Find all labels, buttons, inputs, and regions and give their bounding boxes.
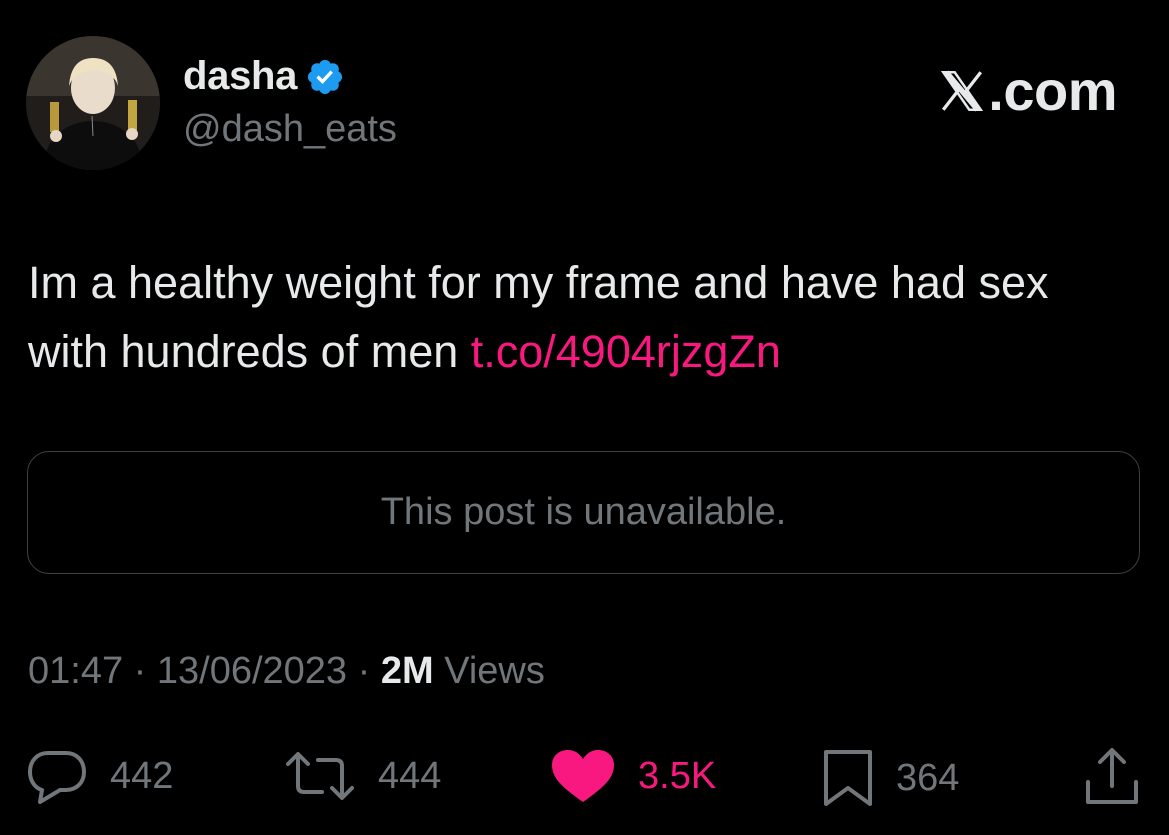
like-count: 3.5K: [638, 754, 717, 797]
tweet-time[interactable]: 01:47: [28, 650, 123, 692]
brand-domain: .com: [988, 59, 1117, 122]
unavailable-message: This post is unavailable.: [380, 491, 787, 533]
user-name-row[interactable]: dasha: [183, 54, 345, 99]
tweet-date[interactable]: 13/06/2023: [157, 650, 347, 692]
heart-icon: [552, 750, 614, 802]
bookmark-icon: [824, 750, 872, 806]
tweet-text: Im a healthy weight for my frame and hav…: [28, 248, 1138, 386]
repost-count: 444: [378, 754, 442, 797]
user-handle[interactable]: @dash_eats: [183, 108, 397, 151]
tweet-meta: 01:47 · 13/06/2023 · 2M Views: [28, 650, 545, 693]
verified-badge-icon: [305, 57, 345, 97]
views-count: 2M: [380, 650, 434, 692]
views-label: Views: [433, 650, 545, 692]
quoted-post-card[interactable]: This post is unavailable.: [27, 451, 1140, 574]
like-button[interactable]: 3.5K: [550, 748, 716, 804]
meta-separator: ·: [347, 650, 381, 692]
avatar[interactable]: [26, 36, 160, 170]
meta-separator: ·: [123, 650, 157, 692]
reply-icon: [28, 751, 86, 804]
repost-button[interactable]: 444: [284, 748, 441, 804]
share-button[interactable]: [1084, 746, 1140, 808]
bookmark-button[interactable]: 364: [822, 748, 959, 808]
reply-button[interactable]: 442: [26, 748, 173, 804]
avatar-photo: [26, 36, 160, 170]
tweet-link[interactable]: t.co/4904rjzgZn: [471, 326, 781, 377]
x-logo-icon: [941, 70, 984, 111]
action-bar: 442 444 3.5K 364: [0, 740, 1169, 810]
reply-count: 442: [110, 754, 174, 797]
display-name[interactable]: dasha: [183, 54, 297, 99]
share-icon: [1086, 748, 1138, 804]
bookmark-count: 364: [896, 756, 960, 799]
repost-icon: [286, 752, 354, 800]
brand-logo: .com: [937, 58, 1117, 123]
